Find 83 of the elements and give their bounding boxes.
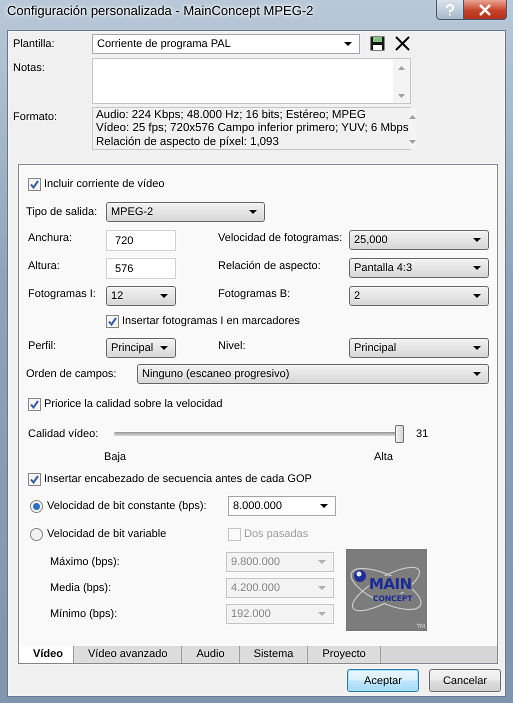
checkbox[interactable] (28, 178, 41, 190)
checkbox[interactable] (28, 398, 41, 410)
close-icon (479, 4, 491, 16)
scroll-down-icon[interactable] (408, 140, 416, 144)
number-field[interactable]: 720 (106, 230, 176, 250)
scroll-up-icon[interactable] (408, 115, 416, 119)
scroll-down-icon[interactable] (398, 94, 405, 98)
field-label: Anchura: (28, 231, 74, 246)
format-label: Formato: (13, 110, 58, 125)
format-line: Vídeo: 25 fps; 720x576 Campo inferior primero; YUV; 6 Mbps (96, 122, 409, 136)
dialog-button[interactable]: Cancelar (429, 669, 501, 692)
field-label: Nivel: (218, 339, 247, 354)
checkbox[interactable] (28, 472, 41, 486)
caret-icon (318, 586, 326, 590)
dropdown[interactable]: Pantalla 4:3 (349, 258, 489, 278)
field-order-label: Orden de campos: (26, 367, 116, 382)
output-type-dropdown[interactable]: MPEG-2 (106, 202, 265, 222)
caret-icon (320, 504, 328, 508)
field-label: Altura: (28, 259, 61, 274)
checkbox-label[interactable]: Insertar encabezado de secuencia antes de cada GOP (44, 471, 312, 487)
help-icon (444, 4, 456, 16)
dialog-button[interactable]: Aceptar (347, 669, 419, 692)
save-icon[interactable] (370, 36, 385, 51)
caret-icon (344, 42, 352, 46)
tab[interactable]: Vídeo avanzado (74, 646, 182, 663)
scrollbar[interactable] (408, 108, 416, 149)
rate-label: Máximo (bps): (49, 555, 121, 570)
caret-icon (160, 294, 168, 298)
caret-icon (318, 612, 326, 616)
field-label: Velocidad de fotogramas: (218, 231, 344, 246)
logo-text: MAIN (369, 576, 412, 592)
radio-button[interactable] (30, 500, 43, 512)
caret-icon (473, 266, 481, 270)
checkbox-label[interactable]: Incluir corriente de vídeo (44, 176, 164, 192)
radio-label[interactable]: Velocidad de bit variable (47, 526, 166, 542)
tab[interactable]: Audio (182, 646, 240, 663)
rate-label: Mínimo (bps): (49, 607, 118, 622)
caret-icon (473, 346, 481, 350)
dropdown[interactable]: Principal (349, 338, 489, 358)
scale-label: Alta (374, 450, 393, 465)
scale-label: Baja (104, 450, 126, 465)
format-line: Audio: 224 Kbps; 48.000 Hz; 16 bits; Estéreo; MPEG (96, 109, 367, 122)
dropdown[interactable]: Principal (106, 338, 176, 358)
output-type-label: Tipo de salida: (26, 205, 98, 220)
quality-label: Calidad vídeo: (28, 427, 100, 442)
checkbox[interactable] (106, 314, 119, 328)
dropdown[interactable]: 25,000 (349, 230, 489, 250)
quality-value: 31 (416, 427, 428, 442)
notes-label: Notas: (13, 61, 46, 76)
scroll-up-icon[interactable] (398, 66, 405, 70)
template-label: Plantilla: (13, 36, 56, 52)
field-label: Fotogramas I: (28, 287, 97, 302)
field-label: Perfil: (28, 339, 58, 354)
bitrate-dropdown[interactable]: 8.000.000 (228, 496, 336, 516)
caret-icon (249, 210, 257, 214)
notes-field[interactable] (92, 58, 411, 104)
caret-icon (160, 346, 168, 350)
dropdown[interactable]: 12 (106, 286, 176, 306)
dropdown[interactable]: 2 (349, 286, 489, 306)
caret-icon (473, 372, 481, 376)
radio-button[interactable] (30, 528, 43, 540)
checkbox-label[interactable]: Priorice la calidad sobre la velocidad (44, 396, 223, 412)
field-label: Relación de aspecto: (218, 259, 322, 274)
slider-thumb[interactable] (395, 425, 404, 443)
field-order-dropdown[interactable]: Ninguno (escaneo progresivo) (137, 364, 489, 384)
help-button[interactable] (436, 0, 464, 20)
window-title: Configuración personalizada - MainConcept MPEG-2 (7, 2, 314, 20)
checkbox-label[interactable]: Insertar fotogramas I en marcadores (122, 313, 300, 329)
close-button[interactable] (464, 0, 507, 20)
rate-label: Media (bps): (49, 581, 112, 596)
caret-icon (473, 294, 481, 298)
radio-label[interactable]: Velocidad de bit constante (bps): (47, 498, 207, 514)
scrollbar[interactable] (393, 59, 410, 103)
delete-icon[interactable] (395, 36, 410, 51)
caret-icon (473, 238, 481, 242)
caret-icon (318, 560, 326, 564)
format-line: Relación de aspecto de píxel: 1,093 (96, 136, 280, 150)
template-dropdown[interactable]: Corriente de programa PAL (92, 34, 360, 54)
number-field[interactable]: 576 (106, 258, 176, 278)
tab[interactable]: Vídeo (19, 646, 74, 663)
tab[interactable]: Proyecto (308, 646, 381, 663)
field-label: Fotogramas B: (218, 287, 292, 302)
tab[interactable]: Sistema (240, 646, 308, 663)
